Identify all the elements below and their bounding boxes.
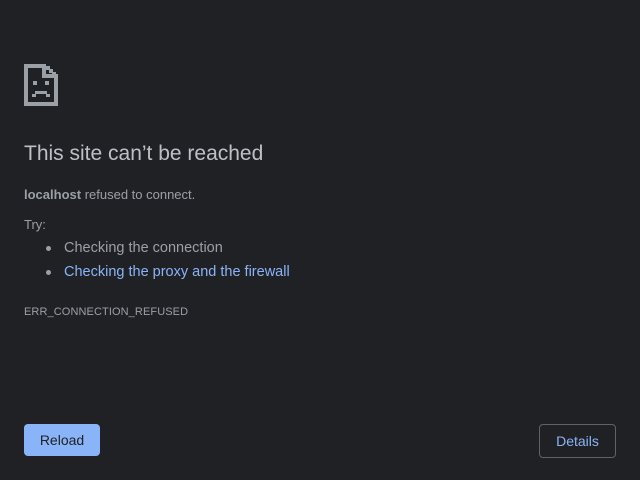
suggestion-check-proxy-firewall: Checking the proxy and the firewall bbox=[24, 260, 290, 284]
suggestion-check-connection: Checking the connection bbox=[24, 236, 290, 260]
details-button[interactable]: Details bbox=[539, 424, 616, 458]
suggestions-list: Checking the connection Checking the pro… bbox=[24, 236, 290, 284]
page-title: This site can’t be reached bbox=[24, 142, 264, 165]
host-name: localhost bbox=[24, 187, 82, 202]
bullet-icon bbox=[46, 270, 51, 275]
suggestion-label: Checking the connection bbox=[64, 240, 223, 256]
bullet-icon bbox=[46, 246, 51, 251]
proxy-firewall-link[interactable]: Checking the proxy and the firewall bbox=[64, 264, 290, 280]
reload-button[interactable]: Reload bbox=[24, 424, 100, 456]
error-message: refused to connect. bbox=[81, 187, 196, 202]
error-summary: localhost refused to connect. bbox=[24, 187, 195, 203]
error-code: ERR_CONNECTION_REFUSED bbox=[24, 306, 189, 318]
sad-page-icon bbox=[24, 64, 58, 106]
try-label: Try: bbox=[24, 217, 46, 232]
